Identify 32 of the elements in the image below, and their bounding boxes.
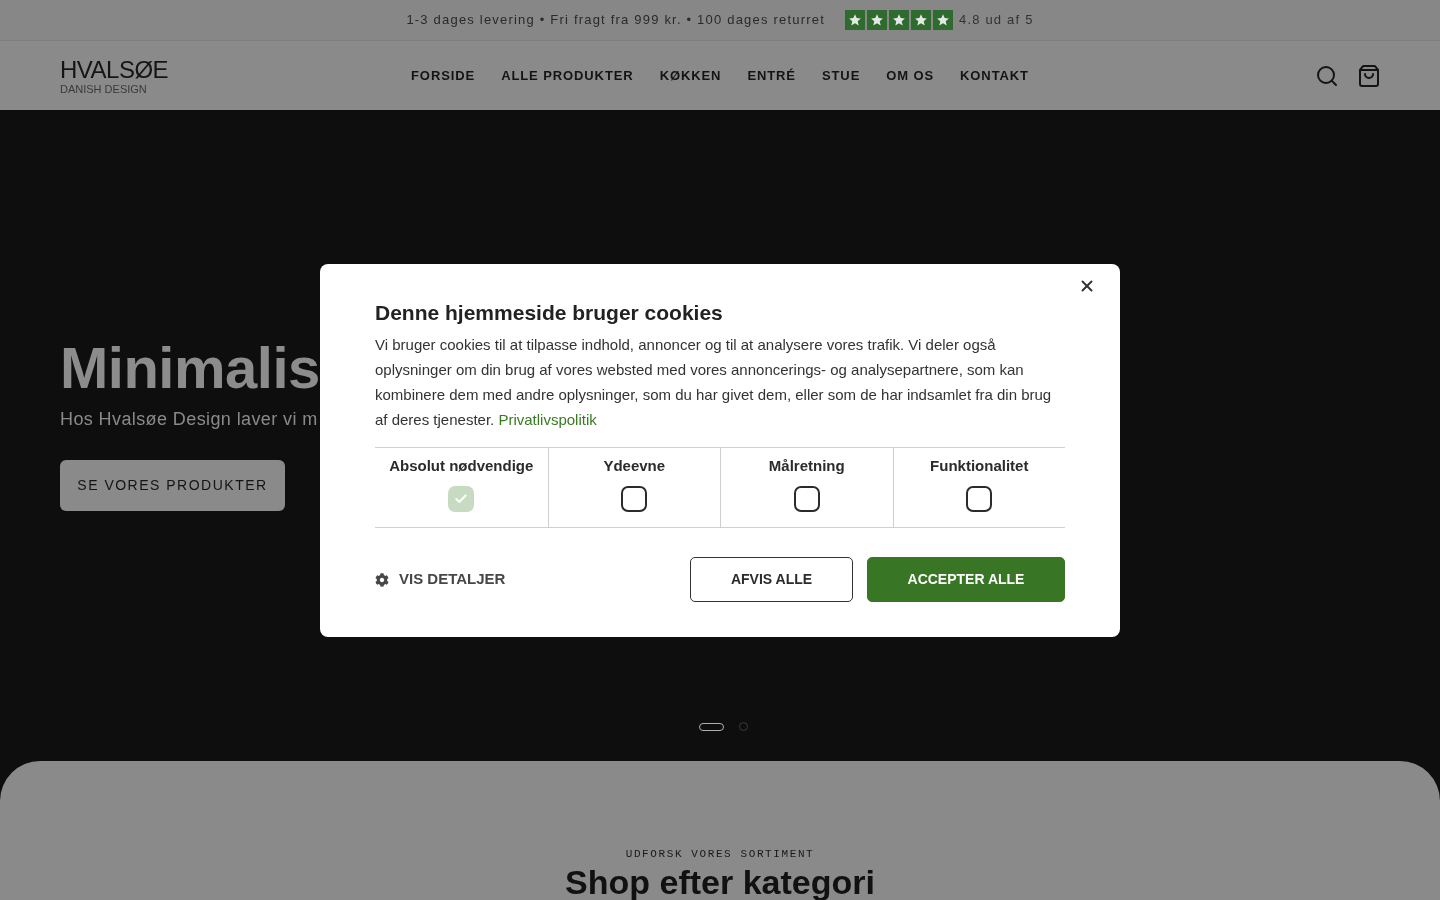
- consent-category-label: Målretning: [768, 456, 845, 476]
- consent-category-label: Ydeevne: [603, 456, 666, 476]
- nav-link[interactable]: OM OS: [886, 65, 935, 86]
- nav-link[interactable]: FORSIDE: [411, 65, 476, 86]
- nav-link[interactable]: KØKKEN: [659, 65, 722, 86]
- gear-icon: [375, 572, 389, 587]
- shop-products-button[interactable]: SE VORES PRODUKTER: [60, 460, 285, 511]
- check-icon: [454, 492, 469, 506]
- consent-category-label: Funktionalitet: [930, 456, 1029, 476]
- dialog-description: Vi bruger cookies til at tilpasse indhold, annoncer og til at analysere vores trafik. Vi deler også oplysninger om din brug af vores websted med vores annoncerings- og analysepartnere, som kan kombinere dem med andre oplysninger, som du har givet dem, eller som de har indsamlet fra din brug af deres tjenester. Privatlivspolitik: [375, 335, 1053, 430]
- shopping-bag-icon[interactable]: [1357, 63, 1381, 88]
- hero-title: Minimalis: [60, 336, 320, 400]
- checkbox[interactable]: [621, 486, 648, 512]
- nav-link[interactable]: STUE: [821, 65, 861, 86]
- announcement-text: 1-3 dages levering • Fri fragt fra 999 kr. • 100 dages returret: [406, 11, 825, 30]
- section-eyebrow: UDFORSK VORES SORTIMENT: [625, 847, 815, 861]
- logo[interactable]: HVALSØE DANISH DESIGN: [60, 56, 169, 95]
- checkbox[interactable]: [793, 486, 820, 512]
- accept-all-button[interactable]: ACCEPTER ALLE: [867, 557, 1065, 602]
- consent-category-label: Absolut nødvendige: [389, 456, 534, 476]
- privacy-policy-link[interactable]: Privatlivspolitik: [498, 411, 597, 428]
- nav-link[interactable]: ENTRÉ: [747, 65, 796, 86]
- search-icon[interactable]: [1315, 63, 1339, 88]
- reject-all-button[interactable]: AFVIS ALLE: [690, 557, 853, 602]
- rating-text: 4.8 ud af 5: [958, 11, 1034, 30]
- show-details-link[interactable]: VIS DETALJER: [375, 568, 506, 591]
- checkbox[interactable]: [966, 486, 993, 512]
- nav-link[interactable]: KONTAKT: [960, 65, 1029, 86]
- hero-subtitle: Hos Hvalsøe Design laver vi m: [60, 408, 318, 431]
- dialog-title: Denne hjemmeside bruger cookies: [375, 300, 724, 326]
- close-icon[interactable]: [1078, 277, 1096, 295]
- nav-link[interactable]: ALLE PRODUKTER: [501, 65, 634, 86]
